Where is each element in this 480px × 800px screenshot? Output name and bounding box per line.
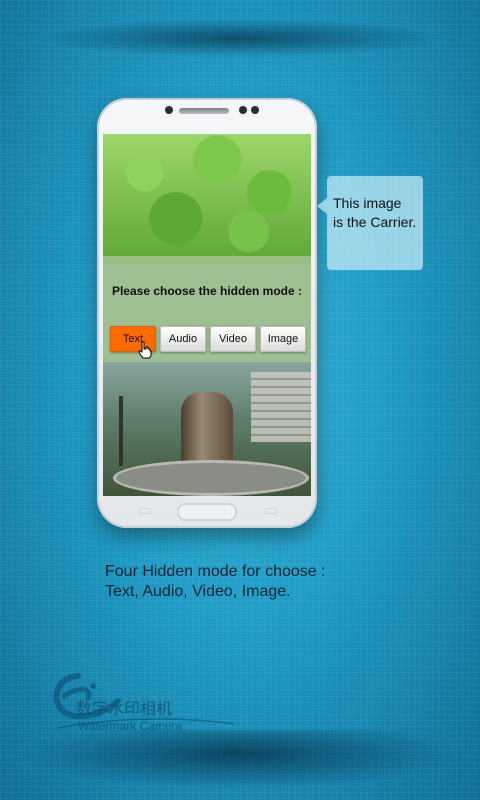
- street-lamp: [119, 396, 123, 466]
- phone-speaker: [179, 108, 229, 114]
- back-key-icon[interactable]: [265, 508, 277, 514]
- callout-text: This image is the Carrier.: [333, 194, 419, 232]
- brand-name-en: Watermark Camera: [78, 719, 183, 733]
- carrier-callout: This image is the Carrier.: [317, 176, 423, 270]
- hand-cursor-icon: [138, 341, 152, 359]
- feature-caption: Four Hidden mode for choose : Text, Audi…: [105, 562, 435, 602]
- mode-button-image[interactable]: Image: [260, 326, 306, 352]
- top-shadow: [40, 18, 440, 58]
- planter: [113, 460, 309, 496]
- sensor-icon: [239, 106, 247, 114]
- mode-button-audio[interactable]: Audio: [160, 326, 206, 352]
- sensor-icon: [251, 106, 259, 114]
- phone-screen: Please choose the hidden mode : Text Aud…: [103, 134, 311, 496]
- callout-line-2: is the Carrier.: [333, 214, 417, 230]
- carrier-image-top: [103, 134, 311, 264]
- menu-key-icon[interactable]: [139, 508, 151, 514]
- brand-name-cn: 数字水印相机: [76, 701, 173, 718]
- mode-button-video[interactable]: Video: [210, 326, 256, 352]
- front-camera-icon: [165, 106, 173, 114]
- building: [251, 372, 311, 442]
- callout-line-1: This image: [333, 195, 402, 211]
- home-button[interactable]: [177, 503, 237, 521]
- caption-line-2: Text, Audio, Video, Image.: [105, 583, 291, 600]
- phone-mockup: Please choose the hidden mode : Text Aud…: [97, 98, 317, 528]
- bottom-shadow: [20, 730, 460, 790]
- hidden-mode-prompt: Please choose the hidden mode :: [111, 284, 303, 298]
- caption-line-1: Four Hidden mode for choose :: [105, 563, 326, 580]
